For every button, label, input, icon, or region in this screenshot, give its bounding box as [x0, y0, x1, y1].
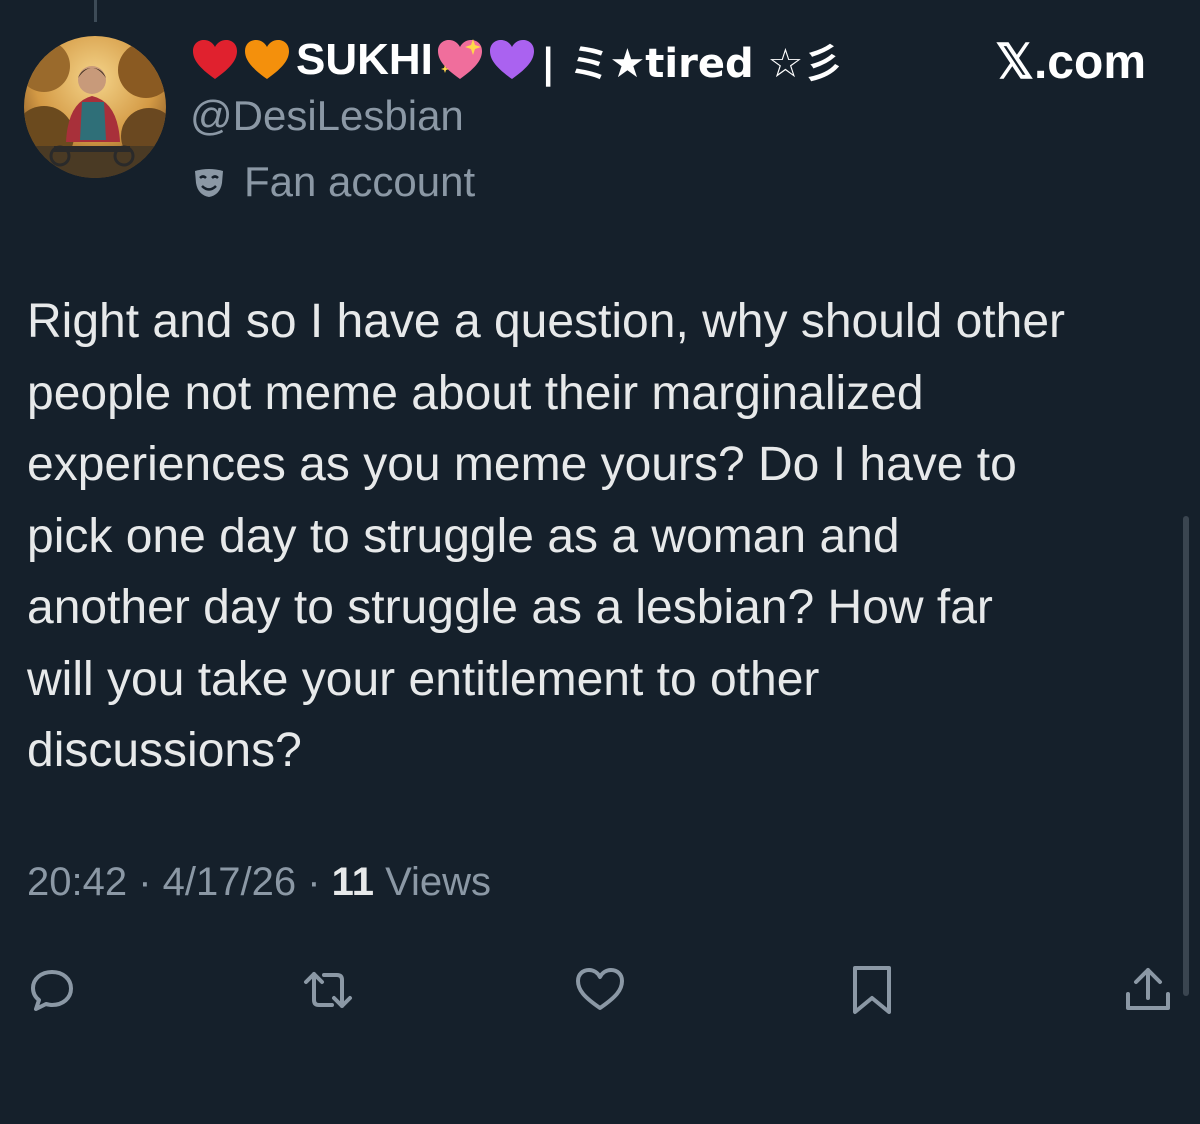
- display-name: SUKHI: [296, 35, 433, 84]
- display-name-row[interactable]: SUKHI | ミ★tired ☆彡: [190, 30, 843, 90]
- tweet-action-bar: [0, 962, 1200, 1018]
- user-handle[interactable]: @DesiLesbian: [190, 92, 464, 140]
- mask-icon: [192, 165, 226, 199]
- tweet-date[interactable]: 4/17/26: [163, 860, 296, 904]
- retweet-icon: [304, 972, 352, 1008]
- badge-label: Fan account: [244, 158, 476, 205]
- like-button[interactable]: [572, 962, 628, 1018]
- purple-heart-icon: [487, 35, 537, 85]
- bookmark-icon: [853, 966, 891, 1014]
- reply-button[interactable]: [24, 962, 80, 1018]
- red-heart-icon: [190, 35, 240, 85]
- avatar-image: [24, 36, 166, 178]
- display-name-suffix: | ミ★tired ☆彡: [540, 41, 844, 87]
- sparkling-heart-icon: [435, 35, 485, 85]
- thread-connector-line: [94, 0, 97, 22]
- tweet-text: Right and so I have a question, why shou…: [27, 295, 1065, 777]
- like-icon: [576, 968, 624, 1010]
- meta-separator: ·: [296, 860, 332, 904]
- site-label: 𝕏.com: [995, 36, 1146, 89]
- retweet-button[interactable]: [300, 962, 356, 1018]
- fan-account-badge: Fan account: [192, 156, 475, 208]
- bookmark-button[interactable]: [844, 962, 900, 1018]
- share-icon: [1126, 968, 1170, 1010]
- views-label: Views: [373, 860, 492, 904]
- views-count[interactable]: 11: [332, 860, 374, 904]
- scrollbar[interactable]: [1183, 516, 1189, 996]
- reply-icon: [31, 970, 73, 1011]
- orange-heart-icon: [242, 35, 292, 85]
- tweet-meta: 20:42 · 4/17/26 · 11 Views: [27, 860, 491, 905]
- meta-separator: ·: [127, 860, 163, 904]
- tweet-time[interactable]: 20:42: [27, 860, 127, 904]
- avatar[interactable]: [24, 36, 166, 178]
- share-button[interactable]: [1120, 962, 1176, 1018]
